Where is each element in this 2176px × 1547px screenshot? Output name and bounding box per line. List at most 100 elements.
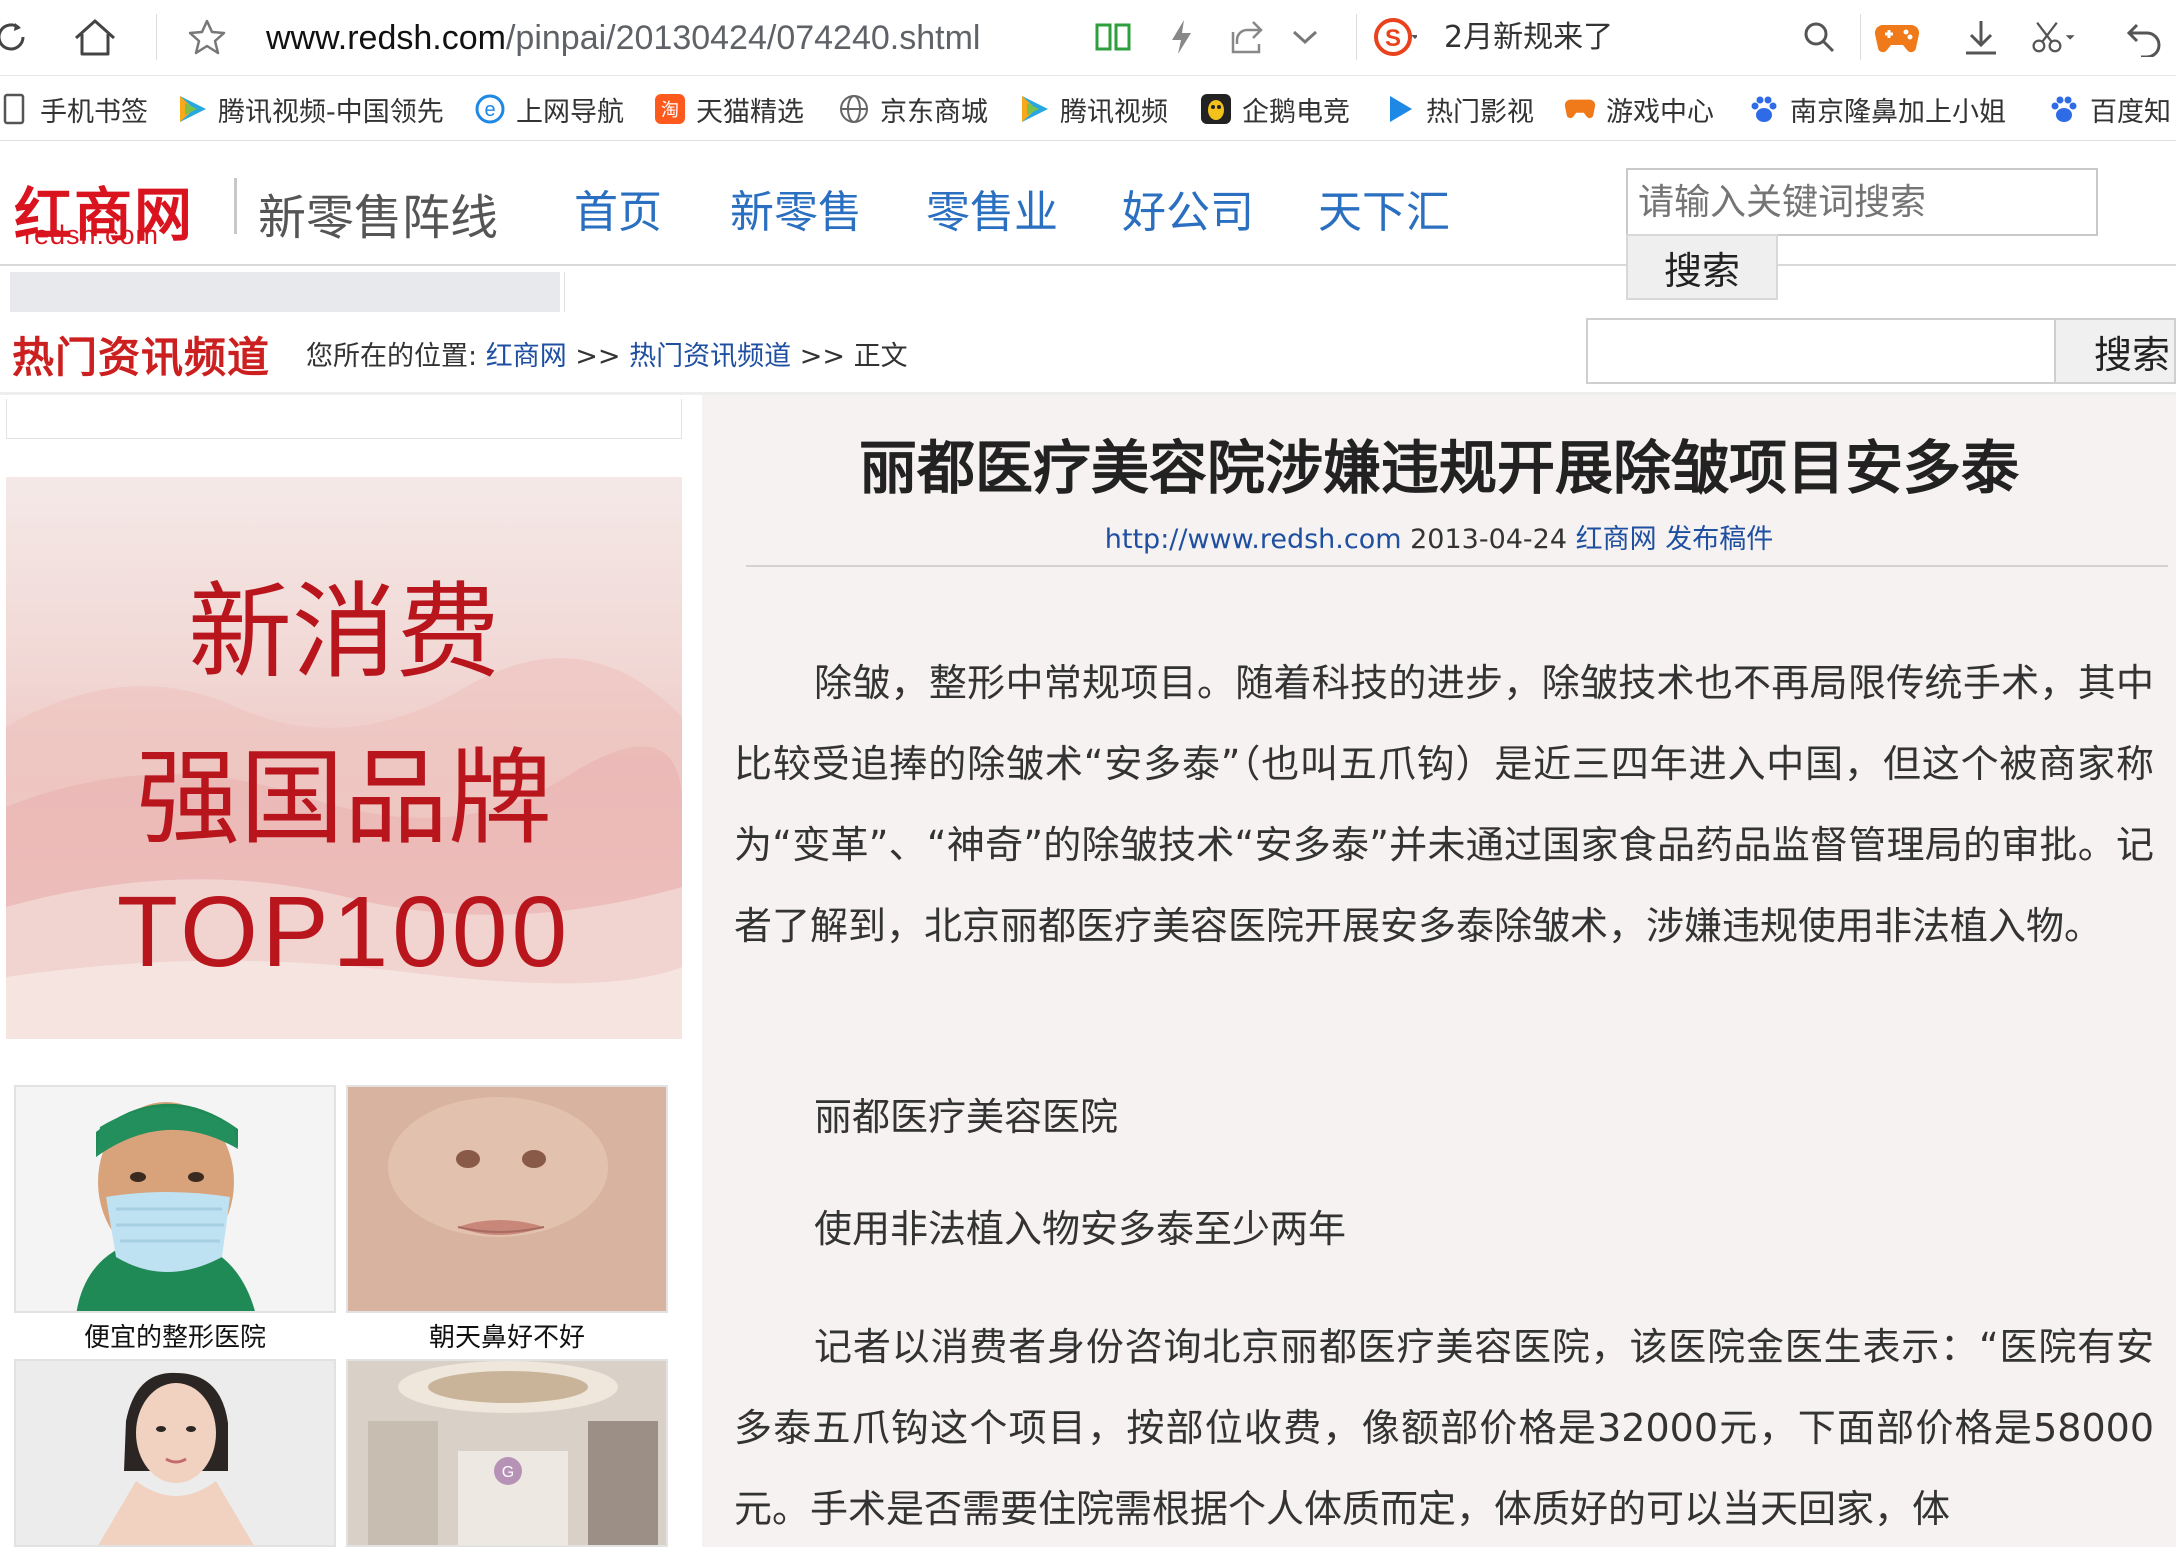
svg-text:G: G <box>502 1464 514 1481</box>
thumb-surgeon-image[interactable] <box>14 1085 336 1313</box>
tencent-video-icon <box>1018 93 1050 125</box>
toolbar-separator <box>156 14 157 60</box>
browser-toolbar: www.redsh.com/pinpai/20130424/074240.sht… <box>0 0 2176 76</box>
sogou-search-icon[interactable]: S <box>1370 12 1420 62</box>
thumb-clinic-image[interactable]: G <box>346 1359 668 1547</box>
promo-banner[interactable]: 新消费 强国品牌 TOP1000 <box>6 477 682 1039</box>
nav-world-news[interactable]: 天下汇 <box>1318 176 1450 240</box>
breadcrumb-current: 正文 <box>853 341 908 372</box>
refresh-icon[interactable] <box>0 12 36 62</box>
nav-retail-industry[interactable]: 零售业 <box>926 176 1058 240</box>
tmall-icon: 淘 <box>654 93 686 125</box>
bookmark-hot-movies[interactable]: 热门影视 <box>1384 87 1534 131</box>
globe-icon <box>838 93 870 125</box>
breadcrumb-home-link[interactable]: 红商网 <box>486 341 567 372</box>
bookmark-mobile[interactable]: 手机书签 <box>0 87 148 131</box>
reader-mode-icon[interactable] <box>1088 12 1138 62</box>
channel-search-input[interactable] <box>1586 318 2056 384</box>
logo-divider <box>234 178 237 234</box>
woman-portrait-image <box>16 1361 334 1545</box>
lightning-icon[interactable] <box>1156 12 1206 62</box>
article-title: 丽都医疗美容院涉嫌违规开展除皱项目安多泰 <box>858 434 2019 502</box>
channel-title: 热门资讯频道 <box>12 333 271 382</box>
undo-icon[interactable] <box>2120 12 2170 62</box>
home-icon[interactable] <box>70 12 120 62</box>
baby-face-image <box>348 1087 666 1311</box>
bookmark-navigation[interactable]: e 上网导航 <box>474 87 624 131</box>
logo-english: redsh.com <box>24 220 160 250</box>
svg-text:e: e <box>484 99 495 121</box>
bookmark-label: 企鹅电竞 <box>1242 96 1350 128</box>
baidu-paw-icon <box>1748 93 1780 125</box>
bookmark-label: 手机书签 <box>40 96 148 128</box>
bookmark-label: 游戏中心 <box>1606 96 1714 128</box>
ad-placeholder <box>10 272 560 312</box>
bookmark-game-center[interactable]: 游戏中心 <box>1564 87 1714 131</box>
sidebar: 新消费 强国品牌 TOP1000 便宜的整形医院 朝天鼻好不好 G <box>0 395 700 1547</box>
search-button[interactable]: 搜索 <box>1626 234 1778 300</box>
chevron-down-icon[interactable] <box>1280 12 1330 62</box>
article-date: 2013-04-24 <box>1410 524 1568 555</box>
bookmark-tmall[interactable]: 淘 天猫精选 <box>654 87 804 131</box>
bookmark-tencent-video[interactable]: 腾讯视频 <box>1018 87 1168 131</box>
tencent-video-icon <box>176 93 208 125</box>
channel-search-button[interactable]: 搜索 <box>2056 318 2176 384</box>
bookmark-label: 京东商城 <box>880 96 988 128</box>
bookmark-nanjing[interactable]: 南京隆鼻加上小姐 <box>1748 87 2020 131</box>
mobile-bookmark-icon <box>0 93 30 125</box>
play-icon <box>1384 93 1416 125</box>
breadcrumb: 您所在的位置: 红商网 >> 热门资讯频道 >> 正文 <box>306 334 908 373</box>
news-notice[interactable]: 2月新规来了 <box>1444 16 1613 60</box>
breadcrumb-prefix: 您所在的位置: <box>306 341 478 372</box>
bookmarks-bar: 手机书签 腾讯视频-中国领先 e 上网导航 淘 天猫精选 京东商城 腾讯视频 企… <box>0 77 2176 141</box>
breadcrumb-separator: >> <box>575 341 621 372</box>
bookmark-label: 南京隆鼻加上小姐 <box>1790 96 2006 128</box>
bookmark-jd[interactable]: 京东商城 <box>838 87 988 131</box>
bookmark-label: 腾讯视频-中国领先 <box>218 96 444 128</box>
download-icon[interactable] <box>1956 12 2006 62</box>
article-paragraph: 记者以消费者身份咨询北京丽都医疗美容医院，该医院金医生表示：“医院有安多泰五爪钩… <box>734 1325 2154 1531</box>
breadcrumb-channel-link[interactable]: 热门资讯频道 <box>629 341 791 372</box>
star-bookmark-icon[interactable] <box>182 12 232 62</box>
article-paragraph: 除皱，整形中常规项目。随着科技的进步，除皱技术也不再局限传统手术，其中比较受追捧… <box>734 661 2154 948</box>
address-bar[interactable]: www.redsh.com/pinpai/20130424/074240.sht… <box>266 16 980 60</box>
scissors-icon[interactable] <box>2030 12 2080 62</box>
bookmark-label: 百度知 <box>2090 96 2171 128</box>
search-input[interactable] <box>1626 168 2098 236</box>
breadcrumb-separator: >> <box>799 341 845 372</box>
baidu-paw-icon <box>2048 93 2080 125</box>
nav-home[interactable]: 首页 <box>574 176 662 240</box>
search-icon[interactable] <box>1794 12 1844 62</box>
thumb-nose-image[interactable] <box>346 1085 668 1313</box>
bookmark-label: 热门影视 <box>1426 96 1534 128</box>
url-path: /pinpai/20130424/074240.shtml <box>505 19 981 57</box>
sidebar-top-box <box>6 399 682 439</box>
article-paragraph: 丽都医疗美容医院 <box>814 1095 1119 1139</box>
penguin-esports-icon <box>1200 93 1232 125</box>
nav-good-companies[interactable]: 好公司 <box>1122 176 1254 240</box>
bookmark-label: 天猫精选 <box>696 96 804 128</box>
banner-line: 强国品牌 <box>135 737 552 859</box>
site-slogan: 新零售阵线 <box>258 190 499 246</box>
bookmark-tencent-video-home[interactable]: 腾讯视频-中国领先 <box>176 87 444 131</box>
thumb-woman-image[interactable] <box>14 1359 336 1547</box>
game-controller-icon[interactable] <box>1872 12 1922 62</box>
article-meta: http://www.redsh.com 2013-04-24 红商网 发布稿件 <box>702 517 2176 556</box>
article-source-url[interactable]: http://www.redsh.com <box>1105 524 1402 555</box>
bookmark-baidu-zhidao[interactable]: 百度知 <box>2048 87 2171 131</box>
clinic-interior-image: G <box>348 1361 666 1545</box>
share-icon[interactable] <box>1222 12 1272 62</box>
url-host: www.redsh.com <box>266 19 506 57</box>
bookmark-label: 上网导航 <box>516 96 624 128</box>
toolbar-separator <box>1356 14 1357 60</box>
site-logo[interactable]: 红商网 redsh.com <box>14 172 214 250</box>
divider <box>746 565 2168 567</box>
article-paragraph: 使用非法植入物安多泰至少两年 <box>814 1207 1347 1251</box>
toolbar-separator <box>1860 14 1861 60</box>
site-header: 红商网 redsh.com 新零售阵线 首页 新零售 零售业 好公司 天下汇 搜… <box>0 142 2176 300</box>
thumb-caption[interactable]: 便宜的整形医院 <box>14 1317 336 1354</box>
article-source[interactable]: 红商网 发布稿件 <box>1576 524 1774 555</box>
bookmark-penguin-esports[interactable]: 企鹅电竞 <box>1200 87 1350 131</box>
thumb-caption[interactable]: 朝天鼻好不好 <box>346 1317 668 1354</box>
nav-new-retail[interactable]: 新零售 <box>730 176 862 240</box>
